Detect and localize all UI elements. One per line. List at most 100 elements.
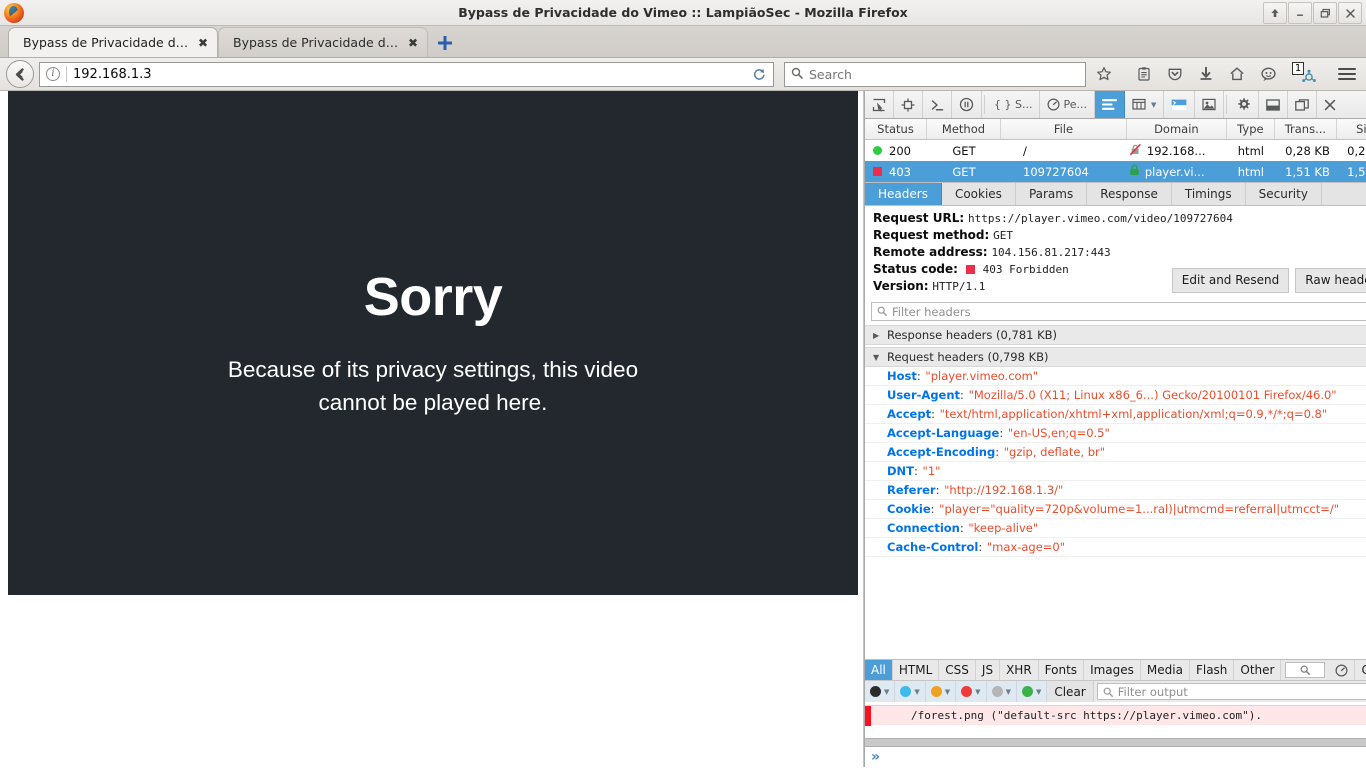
console-filter-logging[interactable]: ▼ — [986, 681, 1017, 702]
new-tab-button[interactable] — [432, 29, 458, 57]
tab-timings[interactable]: Timings — [1172, 183, 1246, 205]
console-filter-net[interactable]: ▼ — [865, 681, 896, 702]
filter-fonts[interactable]: Fonts — [1039, 660, 1085, 680]
filter-media[interactable]: Media — [1141, 660, 1190, 680]
filter-headers-input[interactable]: Filter headers — [871, 302, 1366, 321]
tab-close-icon[interactable]: ✖ — [405, 35, 421, 51]
responsive-mode-icon[interactable] — [894, 91, 923, 118]
column-header-domain[interactable]: Domain — [1127, 119, 1227, 139]
edit-and-resend-button[interactable]: Edit and Resend — [1171, 268, 1290, 293]
console-output[interactable]: /forest.png ("default-src https://player… — [865, 702, 1366, 738]
dock-bottom-icon[interactable] — [1259, 91, 1289, 118]
header-row[interactable]: Cache-Control: "max-age=0" — [865, 538, 1366, 557]
console-filter-input[interactable]: Filter output — [1096, 683, 1366, 700]
column-header-method[interactable]: Method — [927, 119, 1001, 139]
column-header-size[interactable]: Size — [1337, 119, 1366, 139]
browser-tab-2[interactable]: Bypass de Privacidade do ... ✖ — [218, 27, 428, 57]
tab-performance[interactable]: Pe... — [1040, 91, 1095, 118]
back-button[interactable] — [6, 60, 34, 88]
filter-all[interactable]: All — [865, 660, 893, 680]
menu-icon[interactable] — [1334, 61, 1360, 87]
table-row[interactable]: 403 GET 109727604 player.vi... html 1,51… — [865, 161, 1366, 182]
header-row[interactable]: Accept-Encoding: "gzip, deflate, br" — [865, 443, 1366, 462]
tab-security[interactable]: Security — [1246, 183, 1322, 205]
column-header-status[interactable]: Status — [865, 119, 927, 139]
tab-cookies[interactable]: Cookies — [942, 183, 1016, 205]
dock-window-icon[interactable] — [1288, 91, 1318, 118]
throttle-icon[interactable] — [1329, 660, 1356, 680]
chat-icon[interactable] — [1255, 61, 1281, 87]
browser-tab-1[interactable]: Bypass de Privacidade do ... ✖ — [8, 27, 218, 57]
search-bar[interactable]: Search — [784, 61, 1086, 87]
column-header-file[interactable]: File — [1001, 119, 1127, 139]
chevron-down-icon[interactable]: ▼ — [1006, 688, 1011, 696]
filter-other[interactable]: Other — [1234, 660, 1282, 680]
header-row[interactable]: Host: "player.vimeo.com" — [865, 367, 1366, 386]
console-splitter[interactable] — [865, 738, 1366, 747]
header-row[interactable]: Cookie: "player="quality=720p&volume=1..… — [865, 500, 1366, 519]
devtools-toolbar: { } S... Pe... ▼ — [865, 91, 1366, 119]
console-prompt-icon[interactable] — [923, 91, 952, 118]
filter-html[interactable]: HTML — [893, 660, 940, 680]
gear-icon[interactable] — [1229, 91, 1260, 118]
header-row[interactable]: Connection: "keep-alive" — [865, 519, 1366, 538]
chevron-down-icon[interactable]: ▼ — [1036, 688, 1041, 696]
filter-css[interactable]: CSS — [939, 660, 976, 680]
console-clear-button[interactable]: Clear — [1047, 681, 1094, 702]
split-console-icon[interactable] — [1164, 91, 1196, 118]
header-row[interactable]: Referer: "http://192.168.1.3/" — [865, 481, 1366, 500]
header-row[interactable]: DNT: "1" — [865, 462, 1366, 481]
tab-close-icon[interactable]: ✖ — [195, 35, 211, 51]
tab-headers[interactable]: Headers — [865, 183, 942, 205]
console-filter-security[interactable]: ▼ — [956, 681, 987, 702]
bookmark-star-icon[interactable] — [1091, 61, 1117, 87]
console-input[interactable]: » — [865, 747, 1366, 767]
tab-style-editor[interactable]: { } S... — [987, 91, 1041, 118]
screenshot-icon[interactable] — [1195, 91, 1225, 118]
console-filter-server[interactable]: ▼ — [1016, 681, 1048, 702]
tab-params[interactable]: Params — [1016, 183, 1088, 205]
chevron-down-icon[interactable]: ▼ — [945, 688, 950, 696]
pocket-icon[interactable] — [1162, 61, 1188, 87]
url-bar[interactable]: i 192.168.1.3 — [39, 61, 774, 87]
console-error-message[interactable]: /forest.png ("default-src https://player… — [865, 705, 1366, 726]
header-row[interactable]: Accept: "text/html,application/xhtml+xml… — [865, 405, 1366, 424]
url-input[interactable]: 192.168.1.3 — [73, 67, 747, 82]
chevron-down-icon[interactable]: ▼ — [884, 688, 889, 696]
section-response-headers[interactable]: ▶ Response headers (0,781 KB) — [865, 325, 1366, 345]
filter-xhr[interactable]: XHR — [1000, 660, 1039, 680]
console-filter-css[interactable]: ▼ — [895, 681, 926, 702]
filter-js[interactable]: JS — [976, 660, 1001, 680]
tab-network[interactable] — [1094, 91, 1125, 118]
network-search-input[interactable] — [1285, 662, 1326, 678]
header-row[interactable]: Accept-Language: "en-US,en;q=0.5" — [865, 424, 1366, 443]
security-filter-dot-icon — [961, 686, 973, 697]
reload-icon[interactable] — [747, 63, 771, 86]
filter-images[interactable]: Images — [1084, 660, 1141, 680]
maximize-button[interactable] — [1313, 2, 1337, 24]
reader-list-icon[interactable] — [1131, 61, 1157, 87]
tab-response[interactable]: Response — [1087, 183, 1172, 205]
pause-icon[interactable] — [952, 91, 982, 118]
devtools-icon[interactable]: 1 — [1286, 61, 1320, 87]
minimize-button[interactable] — [1288, 2, 1312, 24]
storage-icon[interactable]: ▼ — [1125, 91, 1165, 118]
restore-button[interactable] — [1263, 2, 1287, 24]
table-row[interactable]: 200 GET / 192.168... html 0,28 KB 0,28 K… — [865, 140, 1366, 161]
picker-icon[interactable] — [865, 91, 894, 118]
column-header-type[interactable]: Type — [1227, 119, 1275, 139]
downloads-icon[interactable] — [1193, 61, 1219, 87]
devtools-close-icon[interactable] — [1317, 91, 1343, 118]
close-button[interactable] — [1338, 2, 1362, 24]
chevron-down-icon[interactable]: ▼ — [975, 688, 980, 696]
filter-flash[interactable]: Flash — [1190, 660, 1235, 680]
header-row[interactable]: User-Agent: "Mozilla/5.0 (X11; Linux x86… — [865, 386, 1366, 405]
section-request-headers[interactable]: ▼ Request headers (0,798 KB) — [865, 347, 1366, 367]
column-header-transferred[interactable]: Trans... — [1275, 119, 1337, 139]
network-clear-button[interactable]: Clear — [1355, 660, 1366, 680]
console-filter-js[interactable]: ▼ — [925, 681, 957, 702]
identity-info-icon[interactable]: i — [46, 67, 60, 81]
home-icon[interactable] — [1224, 61, 1250, 87]
chevron-down-icon[interactable]: ▼ — [914, 688, 919, 696]
raw-headers-button[interactable]: Raw headers — [1295, 268, 1366, 293]
